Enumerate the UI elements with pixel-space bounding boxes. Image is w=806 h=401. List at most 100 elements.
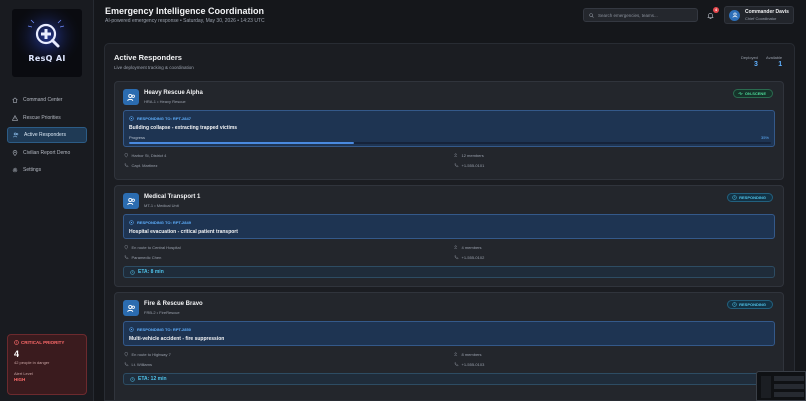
- users-icon: [454, 245, 458, 250]
- target-icon: [129, 116, 134, 121]
- phone-icon: [124, 163, 129, 168]
- sidebar-item-rescue-priorities[interactable]: Rescue Priorities: [7, 110, 87, 126]
- app-logo[interactable]: ResQ AI: [12, 9, 82, 77]
- user-name: Commander Davis: [745, 9, 789, 15]
- alert-level-value: HIGH: [14, 377, 26, 382]
- unit-avatar: [123, 89, 139, 105]
- status-badge: ON-SCENE: [732, 89, 773, 98]
- assignment-box[interactable]: RESPONDING TO: RPT-2850 Multi-vehicle ac…: [123, 321, 775, 346]
- assignment-box[interactable]: RESPONDING TO: RPT-2847 Building collaps…: [123, 110, 775, 147]
- leader: Capt. Martinez: [124, 163, 158, 168]
- eta-bar: ETA: 8 min: [123, 266, 775, 278]
- responder-card-fire-rescue-bravo[interactable]: Fire & Rescue Bravo FRB-2 • FireRescue R…: [114, 292, 784, 400]
- incident-description: Hospital evacuation - critical patient t…: [129, 229, 238, 235]
- thumbnail-row: [774, 376, 804, 381]
- thumbnail-row: [774, 392, 804, 397]
- phone-icon: [454, 255, 459, 260]
- critical-priority-card[interactable]: CRITICAL PRIORITY 4 42 people in danger …: [7, 334, 87, 395]
- users-icon: [454, 153, 458, 158]
- people-in-danger: 42 people in danger: [14, 360, 50, 365]
- members: 8 members: [454, 352, 482, 357]
- responder-card-medical-transport-1[interactable]: Medical Transport 1 MT-1 • Medical Unit …: [114, 185, 784, 287]
- phone-text: +1-555-0102: [461, 255, 485, 260]
- alert-level-label: Alert Level: [14, 371, 33, 376]
- user-menu[interactable]: Commander Davis Chief Coordinator: [724, 6, 794, 24]
- location: Harbor St, District 4: [124, 153, 166, 158]
- sidebar-item-settings[interactable]: Settings: [7, 162, 87, 178]
- phone[interactable]: +1-555-0101: [454, 163, 484, 168]
- alert-circle-icon: [14, 340, 19, 345]
- gear-icon: [12, 167, 18, 173]
- location-text: En route to Central Hospital: [131, 245, 181, 250]
- phone-text: +1-555-0103: [461, 362, 485, 367]
- page-title: Emergency Intelligence Coordination: [105, 6, 265, 16]
- responding-to: RESPONDING TO: RPT-2847: [129, 116, 191, 121]
- status-text: ON-SCENE: [744, 91, 766, 96]
- sidebar-item-label: Command Center: [23, 97, 63, 103]
- active-responders-panel: Active Responders Live deployment tracki…: [104, 43, 795, 401]
- location: En route to Central Hospital: [124, 245, 181, 250]
- activity-icon: [738, 91, 743, 96]
- phone-icon: [124, 362, 129, 367]
- notifications-button[interactable]: 4: [704, 7, 719, 21]
- user-icon: [732, 12, 737, 18]
- phone[interactable]: +1-555-0102: [454, 255, 484, 260]
- map-pin-icon: [124, 153, 128, 158]
- incident-description: Multi-vehicle accident - fire suppressio…: [129, 336, 225, 342]
- users-icon: [126, 304, 135, 312]
- search-icon: [589, 12, 594, 18]
- sidebar: ResQ AI Command Center Rescue Priorities…: [0, 0, 94, 401]
- responder-card-heavy-rescue-alpha[interactable]: Heavy Rescue Alpha HRA-1 • Heavy Rescue …: [114, 81, 784, 180]
- assignment-box[interactable]: RESPONDING TO: RPT-2849 Hospital evacuat…: [123, 214, 775, 239]
- critical-priority-title: CRITICAL PRIORITY: [14, 340, 80, 345]
- phone-text: +1-555-0101: [461, 163, 485, 168]
- phone-icon: [124, 255, 129, 260]
- logo-graphic: [12, 9, 82, 77]
- available-value: 1: [778, 61, 783, 68]
- critical-count: 4: [14, 349, 20, 359]
- search-bar[interactable]: [583, 8, 698, 22]
- eta-text: ETA: 8 min: [138, 269, 164, 275]
- sidebar-item-civilian-report-demo[interactable]: Civilian Report Demo: [7, 145, 87, 161]
- members-text: 8 members: [461, 352, 482, 357]
- alert-triangle-icon: [12, 114, 18, 121]
- sidebar-item-command-center[interactable]: Command Center: [7, 92, 87, 108]
- target-icon: [129, 327, 134, 332]
- sidebar-item-label: Civilian Report Demo: [23, 149, 71, 156]
- sidebar-item-label: Settings: [23, 167, 42, 173]
- available-label: Available: [766, 55, 783, 60]
- users-icon: [454, 352, 458, 357]
- user-role: Chief Coordinator: [745, 16, 777, 21]
- deployed-stat: Deployed 3: [741, 55, 758, 68]
- unit-avatar: [123, 193, 139, 209]
- deployed-label: Deployed: [741, 55, 758, 60]
- page-subtitle: AI-powered emergency response • Saturday…: [105, 18, 265, 24]
- status-badge: RESPONDING: [727, 193, 773, 202]
- search-input[interactable]: [597, 12, 697, 18]
- unit-code: FRB-2 • FireRescue: [144, 310, 180, 315]
- available-stat: Available 1: [766, 55, 782, 68]
- window-preview-thumbnail[interactable]: [756, 371, 806, 401]
- phone[interactable]: +1-555-0103: [454, 362, 484, 367]
- unit-name: Fire & Rescue Bravo: [144, 301, 203, 307]
- responding-to-text: RESPONDING TO: RPT-2847: [137, 116, 191, 121]
- responding-to: RESPONDING TO: RPT-2849: [129, 220, 191, 225]
- unit-code: MT-1 • Medical Unit: [144, 203, 179, 208]
- status-text: RESPONDING: [739, 302, 766, 307]
- phone-icon: [454, 163, 459, 168]
- map-pin-icon: [12, 149, 18, 156]
- unit-avatar: [123, 300, 139, 316]
- sidebar-nav: Command Center Rescue Priorities Active …: [7, 92, 87, 180]
- leader: Paramedic Chen: [124, 255, 161, 260]
- unit-name: Heavy Rescue Alpha: [144, 90, 203, 96]
- thumbnail-sidebar: [761, 376, 771, 398]
- leader: Lt. Williams: [124, 362, 152, 367]
- progress-label: Progress: [129, 135, 146, 140]
- logo-text: ResQ AI: [28, 54, 66, 63]
- sidebar-item-active-responders[interactable]: Active Responders: [7, 127, 87, 143]
- sidebar-item-label: Rescue Priorities: [23, 114, 61, 121]
- leader-text: Capt. Martinez: [131, 163, 158, 168]
- target-icon: [129, 220, 134, 225]
- phone-icon: [454, 362, 459, 367]
- progress-track: [129, 142, 771, 144]
